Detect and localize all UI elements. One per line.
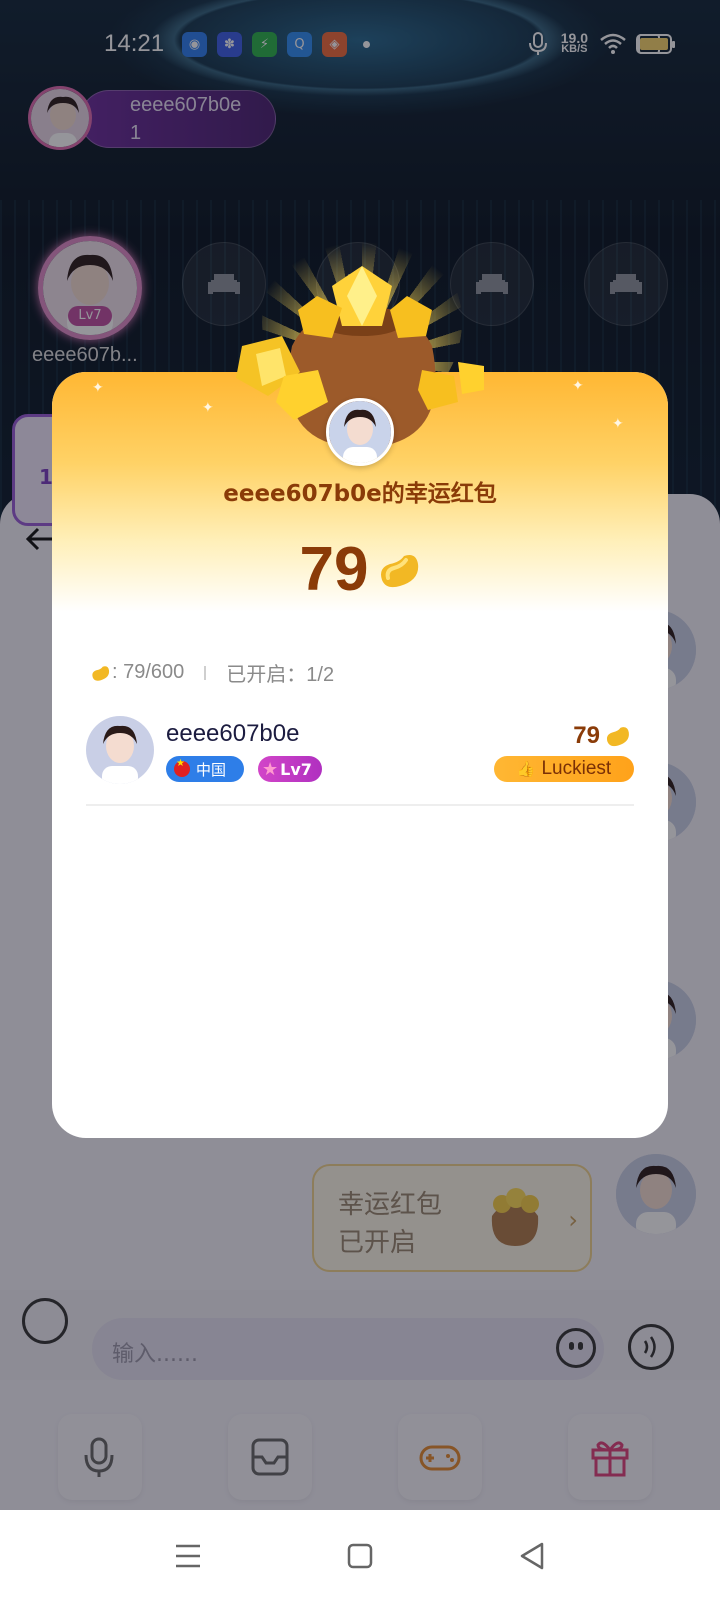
back-triangle-icon[interactable] xyxy=(514,1538,550,1574)
claimer-avatar[interactable] xyxy=(86,716,154,784)
luckiest-badge: 👍 Luckiest xyxy=(494,756,634,782)
gold-bean-icon xyxy=(606,727,629,747)
china-flag-icon xyxy=(174,758,190,777)
gold-bean-icon xyxy=(381,554,419,587)
sender-avatar xyxy=(326,398,394,466)
claim-list-item: eeee607b0e 中国 ★ Lv7 79 👍 Luckiest xyxy=(86,714,634,806)
gold-bean-icon xyxy=(92,665,110,681)
claim-amount: 79 xyxy=(573,722,630,750)
thumbs-up-icon: 👍 xyxy=(516,761,536,778)
packet-amount-row: 79 xyxy=(52,534,668,605)
level-badge: ★ Lv7 xyxy=(258,756,322,782)
home-square-icon[interactable] xyxy=(342,1538,378,1574)
packet-opened-count: 已开启：1/2 xyxy=(226,664,335,686)
packet-total: : 79/600 xyxy=(112,661,185,683)
packet-stats: : 79/600 已开启：1/2 xyxy=(90,658,334,687)
system-nav-bar xyxy=(0,1510,720,1600)
lucky-packet-modal: ✦ ✦ ✦ ✦ eeee607b0e的幸运红包 79 : 79/600 已开启：… xyxy=(52,372,668,1138)
packet-title: eeee607b0e的幸运红包 xyxy=(223,481,497,507)
menu-icon[interactable] xyxy=(170,1538,206,1574)
star-icon: ★ xyxy=(262,758,279,780)
packet-amount: 79 xyxy=(299,535,369,604)
claimer-name: eeee607b0e xyxy=(166,720,300,747)
country-badge: 中国 xyxy=(166,756,244,782)
